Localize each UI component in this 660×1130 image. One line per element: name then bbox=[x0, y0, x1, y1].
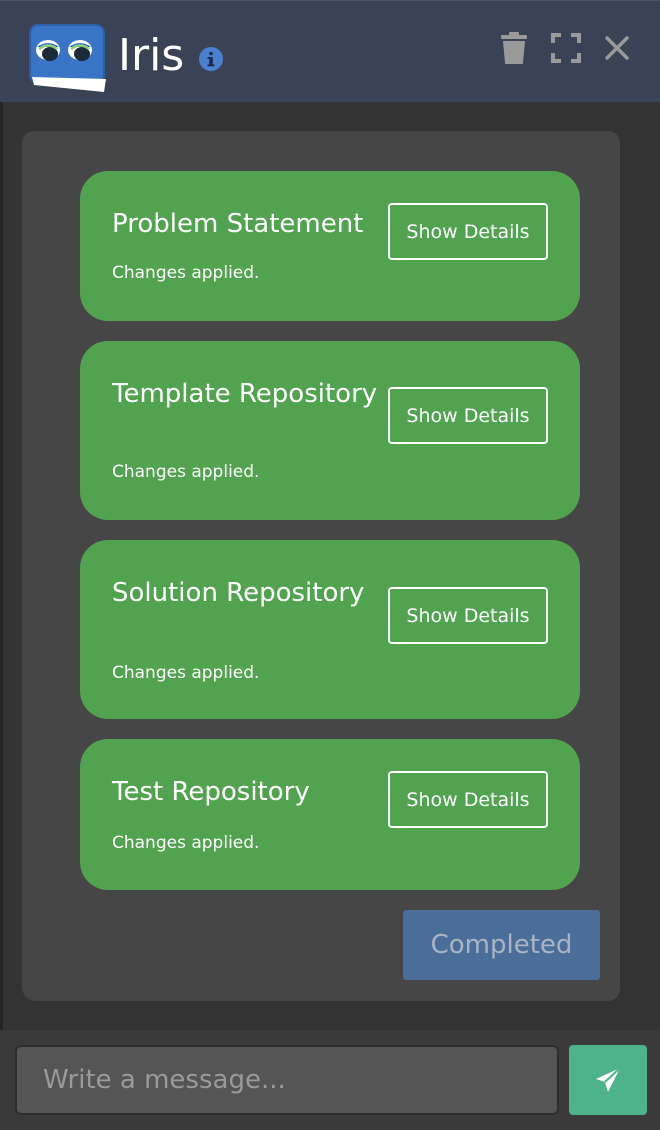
completed-button[interactable]: Completed bbox=[403, 910, 600, 980]
change-card-title: Template Repository bbox=[112, 379, 378, 409]
paper-plane-icon bbox=[596, 1067, 621, 1092]
show-details-button[interactable]: Show Details bbox=[388, 203, 548, 260]
change-card-status: Changes applied. bbox=[112, 263, 260, 283]
show-details-button[interactable]: Show Details bbox=[388, 387, 548, 444]
message-composer bbox=[0, 1030, 660, 1130]
chat-messages[interactable]: Problem Statement Changes applied. Show … bbox=[0, 102, 660, 1030]
close-icon[interactable] bbox=[601, 31, 633, 65]
change-card-status: Changes applied. bbox=[112, 833, 260, 853]
show-details-button[interactable]: Show Details bbox=[388, 771, 548, 828]
change-card-title: Problem Statement bbox=[112, 209, 364, 239]
expand-icon[interactable] bbox=[550, 31, 582, 65]
change-card-title: Test Repository bbox=[112, 777, 310, 807]
change-card-problem-statement: Problem Statement Changes applied. Show … bbox=[80, 171, 580, 321]
message-input[interactable] bbox=[15, 1045, 559, 1115]
info-circle-icon[interactable] bbox=[198, 46, 224, 72]
chat-title: Iris bbox=[118, 30, 185, 81]
iris-logo bbox=[29, 24, 106, 92]
change-card-solution-repository: Solution Repository Changes applied. Sho… bbox=[80, 540, 580, 719]
iris-chat-window: Iris Problem Statement Changes applied. … bbox=[0, 0, 660, 1130]
chat-header: Iris bbox=[0, 0, 660, 102]
change-card-status: Changes applied. bbox=[112, 663, 260, 683]
send-button[interactable] bbox=[569, 1045, 647, 1115]
show-details-button[interactable]: Show Details bbox=[388, 587, 548, 644]
change-card-template-repository: Template Repository Changes applied. Sho… bbox=[80, 341, 580, 520]
message-bubble-tail bbox=[22, 972, 42, 1001]
window-left-edge bbox=[0, 102, 3, 1030]
change-card-status: Changes applied. bbox=[112, 462, 260, 482]
change-card-title: Solution Repository bbox=[112, 578, 365, 608]
change-card-test-repository: Test Repository Changes applied. Show De… bbox=[80, 739, 580, 890]
trash-icon[interactable] bbox=[498, 31, 530, 65]
